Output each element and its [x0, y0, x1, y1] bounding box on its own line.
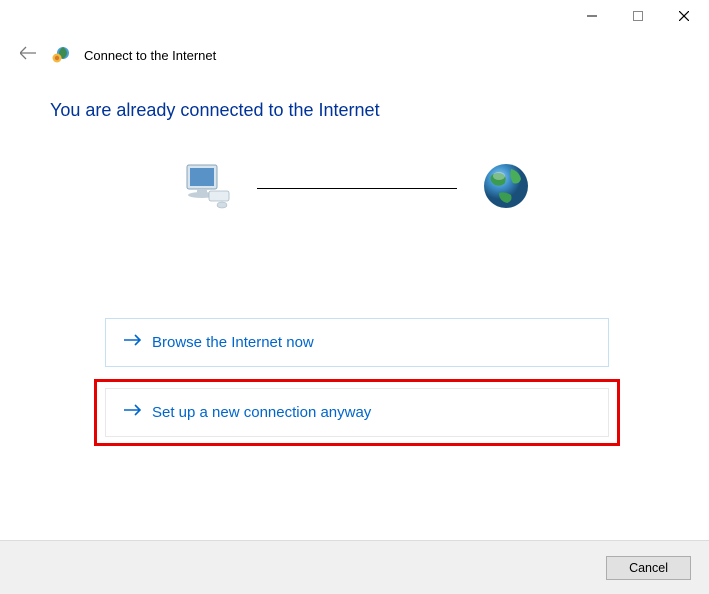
arrow-right-icon — [124, 333, 142, 352]
wizard-title: Connect to the Internet — [84, 48, 216, 63]
titlebar — [0, 0, 709, 32]
maximize-button[interactable] — [615, 1, 661, 31]
highlighted-option: Set up a new connection anyway — [94, 379, 620, 446]
footer-bar: Cancel — [0, 540, 709, 594]
options-list: Browse the Internet now Set up a new con… — [105, 318, 609, 446]
minimize-icon — [587, 11, 597, 21]
back-arrow-icon — [20, 46, 36, 60]
browse-option-label: Browse the Internet now — [152, 334, 314, 351]
setup-new-connection-option[interactable]: Set up a new connection anyway — [105, 388, 609, 437]
connection-line — [257, 188, 457, 189]
arrow-right-icon — [124, 403, 142, 422]
cancel-button[interactable]: Cancel — [606, 556, 691, 580]
maximize-icon — [633, 11, 643, 21]
wizard-icon — [52, 46, 70, 64]
close-button[interactable] — [661, 1, 707, 31]
minimize-button[interactable] — [569, 1, 615, 31]
setup-option-label: Set up a new connection anyway — [152, 404, 371, 421]
globe-icon — [481, 161, 531, 216]
browse-internet-option[interactable]: Browse the Internet now — [105, 318, 609, 367]
back-button[interactable] — [20, 46, 38, 64]
close-icon — [679, 11, 689, 21]
computer-icon — [179, 159, 233, 218]
page-heading: You are already connected to the Interne… — [50, 100, 659, 121]
connection-illustration — [150, 159, 559, 218]
wizard-header: Connect to the Internet — [0, 32, 709, 74]
content-area: You are already connected to the Interne… — [0, 74, 709, 446]
